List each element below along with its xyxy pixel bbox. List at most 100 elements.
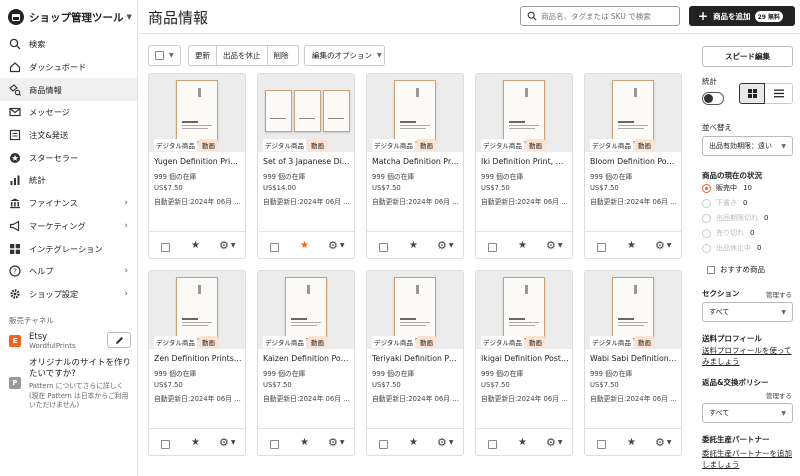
listing-title[interactable]: Zen Definition Prints, Z... — [154, 354, 242, 363]
radio-button[interactable] — [702, 228, 711, 238]
channel-etsy[interactable]: E Etsy WordfulPrints — [9, 331, 131, 351]
shipping-profile-link[interactable]: 送料プロフィールを使ってみましょう — [702, 345, 795, 367]
speed-edit-button[interactable]: スピード編集 — [702, 46, 793, 67]
listing-thumbnail[interactable]: デジタル商品 動画 — [476, 271, 572, 349]
sidebar-item-help[interactable]: ? ヘルプ › — [0, 260, 137, 283]
sidebar-item-integrations[interactable]: インテグレーション — [0, 237, 137, 260]
status-radio-active[interactable]: 販売中 10 — [702, 182, 752, 194]
listing-card[interactable]: デジタル商品 動画 Bloom Definition Poste... 999 個の在… — [584, 73, 682, 259]
radio-button[interactable] — [702, 213, 711, 223]
listing-title[interactable]: Wabi Sabi Definition P... — [590, 354, 678, 363]
listing-card[interactable]: デジタル商品 動画 Iki Definition Print, Dic... 999 … — [475, 73, 573, 259]
listing-checkbox[interactable] — [488, 440, 497, 449]
sidebar-item-messages[interactable]: メッセージ — [0, 101, 137, 124]
listing-checkbox[interactable] — [379, 440, 388, 449]
listing-thumbnail[interactable]: デジタル商品 動画 — [258, 271, 354, 349]
listing-options-button[interactable]: ⚙ ▼ — [546, 436, 563, 449]
star-icon[interactable]: ★ — [409, 437, 418, 448]
listing-options-button[interactable]: ⚙ ▼ — [328, 436, 345, 449]
listing-thumbnail[interactable]: デジタル商品 動画 — [149, 74, 245, 152]
listing-checkbox[interactable] — [270, 243, 279, 252]
listing-card[interactable]: デジタル商品 動画 Zen Definition Prints, Z... 999 個… — [148, 270, 246, 456]
star-icon[interactable]: ★ — [300, 240, 309, 251]
listing-thumbnail[interactable]: デジタル商品 動画 — [149, 271, 245, 349]
sidebar-item-settings[interactable]: ショップ設定 › — [0, 283, 137, 306]
sidebar-item-star-seller[interactable]: スターセラー — [0, 146, 137, 169]
listing-card[interactable]: デジタル商品 動画 Wabi Sabi Definition P... 999 個の在… — [584, 270, 682, 456]
listing-checkbox[interactable] — [597, 243, 606, 252]
listing-title[interactable]: Iki Definition Print, Dic... — [481, 157, 569, 166]
list-view-button[interactable] — [765, 83, 793, 104]
listing-checkbox[interactable] — [488, 243, 497, 252]
star-icon[interactable]: ★ — [191, 437, 200, 448]
star-icon[interactable]: ★ — [627, 437, 636, 448]
listing-options-button[interactable]: ⚙ ▼ — [219, 239, 236, 252]
listing-thumbnail[interactable]: デジタル商品 動画 — [367, 271, 463, 349]
manage-returns-link[interactable]: 管理する — [766, 390, 792, 400]
listing-checkbox[interactable] — [270, 440, 279, 449]
listing-thumbnail[interactable]: デジタル商品 動画 — [476, 74, 572, 152]
section-select[interactable]: すべて ▼ — [702, 302, 793, 322]
sidebar-item-finances[interactable]: ファイナンス › — [0, 192, 137, 215]
search-box[interactable] — [520, 6, 680, 26]
shop-manager-menu[interactable]: ショップ管理ツール ▼ — [8, 9, 132, 25]
listing-card[interactable]: デジタル商品 動画 Kaizen Definition Poste... 999 個の… — [257, 270, 355, 456]
star-icon[interactable]: ★ — [518, 437, 527, 448]
listing-checkbox[interactable] — [161, 440, 170, 449]
star-icon[interactable]: ★ — [300, 437, 309, 448]
listing-title[interactable]: Set of 3 Japanese Dicti... — [263, 157, 351, 166]
stats-toggle[interactable] — [702, 92, 724, 105]
listing-card[interactable]: デジタル商品動画 Matcha Definition Print ... 999 個… — [366, 73, 464, 259]
listing-card[interactable]: デジタル商品 動画 Teriyaki Definition Post... 999 個… — [366, 270, 464, 456]
listing-options-button[interactable]: ⚙ ▼ — [328, 239, 345, 252]
sort-select[interactable]: 出品有効期限：遠い ▼ — [702, 136, 793, 156]
listing-checkbox[interactable] — [597, 440, 606, 449]
listing-title[interactable]: Kaizen Definition Poste... — [263, 354, 351, 363]
returns-select[interactable]: すべて ▼ — [702, 403, 793, 423]
radio-button[interactable] — [702, 183, 711, 193]
listing-card[interactable]: デジタル商品 動画 Set of 3 Japanese Dicti... 999 個の… — [257, 73, 355, 259]
listing-options-button[interactable]: ⚙ ▼ — [437, 239, 454, 252]
listing-options-button[interactable]: ⚙ ▼ — [437, 436, 454, 449]
sidebar-item-dashboard[interactable]: ダッシュボード — [0, 56, 137, 79]
listing-thumbnail[interactable]: デジタル商品 動画 — [585, 74, 681, 152]
renew-button[interactable]: 更新 — [189, 46, 217, 65]
featured-filter[interactable]: おすすめ商品 — [702, 264, 765, 275]
edit-options-dropdown[interactable]: 編集のオプション ▼ — [304, 45, 385, 66]
listing-options-button[interactable]: ⚙ ▼ — [546, 239, 563, 252]
status-radio-draft[interactable]: 下書き 0 — [702, 197, 747, 209]
listing-title[interactable]: Yugen Definition Print, ... — [154, 157, 242, 166]
pattern-promo[interactable]: P オリジナルのサイトを作りたいですか? Pattern についてさらに詳しく … — [9, 358, 133, 411]
listing-thumbnail[interactable]: デジタル商品 動画 — [367, 74, 463, 152]
featured-checkbox[interactable] — [707, 265, 715, 274]
star-icon[interactable]: ★ — [191, 240, 200, 251]
listing-title[interactable]: Matcha Definition Print ... — [372, 157, 460, 166]
grid-view-button[interactable] — [739, 83, 765, 104]
listing-card[interactable]: デジタル商品 動画 Ikigai Definition Poster... 999 個… — [475, 270, 573, 456]
sidebar-item-search[interactable]: 検索 — [0, 33, 137, 56]
radio-button[interactable] — [702, 243, 711, 253]
status-radio-expired[interactable]: 出品期限切れ 0 — [702, 212, 768, 224]
search-input[interactable] — [541, 11, 676, 21]
listing-thumbnail[interactable]: デジタル商品 動画 — [585, 271, 681, 349]
star-icon[interactable]: ★ — [627, 240, 636, 251]
listing-options-button[interactable]: ⚙ ▼ — [219, 436, 236, 449]
deactivate-button[interactable]: 出品を休止 — [217, 46, 268, 65]
status-radio-inactive[interactable]: 出品休止中 0 — [702, 242, 761, 254]
select-all-checkbox[interactable] — [155, 51, 164, 60]
star-icon[interactable]: ★ — [518, 240, 527, 251]
sidebar-item-marketing[interactable]: マーケティング › — [0, 215, 137, 238]
edit-channel-button[interactable] — [107, 332, 131, 348]
manage-sections-link[interactable]: 管理する — [766, 289, 792, 299]
listing-title[interactable]: Teriyaki Definition Post... — [372, 354, 460, 363]
status-radio-sold-out[interactable]: 売り切れ 0 — [702, 227, 754, 239]
listing-checkbox[interactable] — [161, 243, 170, 252]
delete-button[interactable]: 削除 — [268, 46, 295, 65]
production-partner-link[interactable]: 委託生産パートナーを追加しましょう — [702, 448, 795, 470]
listing-title[interactable]: Ikigai Definition Poster... — [481, 354, 569, 363]
sidebar-item-stats[interactable]: 統計 — [0, 169, 137, 192]
radio-button[interactable] — [702, 198, 711, 208]
sidebar-item-orders[interactable]: 注文&発送 — [0, 124, 137, 147]
select-all-dropdown[interactable]: ▼ — [148, 45, 181, 66]
sidebar-item-listings[interactable]: 商品情報 — [0, 78, 137, 102]
